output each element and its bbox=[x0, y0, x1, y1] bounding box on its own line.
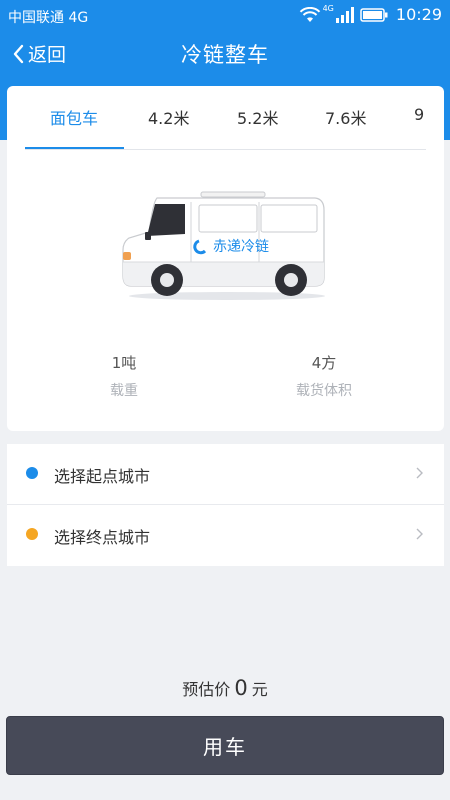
wifi-icon bbox=[299, 6, 320, 22]
spec-weight-value: 1吨 bbox=[111, 354, 137, 372]
battery-icon bbox=[360, 7, 388, 22]
svg-text:赤递冷链: 赤递冷链 bbox=[213, 239, 269, 255]
vehicle-card: 面包车 4.2米 5.2米 7.6米 9 赤递冷链 1吨 载重 4方 载货体积 bbox=[7, 86, 444, 431]
spec-volume: 4方 载货体积 bbox=[264, 352, 384, 400]
start-city-row[interactable]: 选择起点城市 bbox=[7, 444, 444, 505]
end-city-row[interactable]: 选择终点城市 bbox=[7, 505, 444, 565]
tab-5-2m[interactable]: 5.2米 bbox=[237, 105, 278, 129]
spec-weight: 1吨 载重 bbox=[64, 352, 184, 400]
tab-van[interactable]: 面包车 bbox=[50, 105, 98, 129]
tabs-divider bbox=[25, 149, 426, 150]
van-illustration: 赤递冷链 bbox=[122, 191, 325, 300]
tab-4-2m[interactable]: 4.2米 bbox=[148, 105, 189, 129]
tab-9m[interactable]: 9 bbox=[414, 105, 424, 124]
chevron-right-icon bbox=[416, 528, 423, 540]
price-value: 0 bbox=[234, 676, 248, 700]
spec-weight-label: 载重 bbox=[110, 383, 138, 399]
start-dot-icon bbox=[26, 467, 38, 479]
route-selector: 选择起点城市 选择终点城市 bbox=[7, 444, 444, 566]
status-icons: 4G 10:29 bbox=[299, 4, 442, 24]
spec-volume-value: 4方 bbox=[311, 354, 337, 372]
nav-bar: 返回 冷链整车 bbox=[0, 32, 450, 74]
estimated-price: 预估价 0 元 bbox=[0, 676, 450, 700]
page-title: 冷链整车 bbox=[181, 43, 269, 67]
spec-volume-label: 载货体积 bbox=[296, 383, 352, 399]
clock: 10:29 bbox=[395, 5, 442, 24]
chevron-right-icon bbox=[416, 467, 423, 479]
vehicle-type-tabs: 面包车 4.2米 5.2米 7.6米 9 bbox=[7, 86, 444, 150]
signal-icon bbox=[335, 6, 354, 23]
status-bar: 中国联通 4G 4G 10:29 bbox=[0, 0, 450, 32]
tab-7-6m[interactable]: 7.6米 bbox=[325, 105, 366, 129]
end-dot-icon bbox=[26, 528, 38, 540]
carrier-label: 中国联通 4G bbox=[8, 10, 89, 26]
price-prefix: 预估价 bbox=[182, 680, 231, 699]
use-car-button[interactable]: 用车 bbox=[6, 716, 444, 775]
network-type-badge: 4G bbox=[322, 4, 334, 13]
price-unit: 元 bbox=[251, 680, 268, 699]
end-city-label: 选择终点城市 bbox=[54, 528, 151, 547]
start-city-label: 选择起点城市 bbox=[54, 467, 151, 486]
